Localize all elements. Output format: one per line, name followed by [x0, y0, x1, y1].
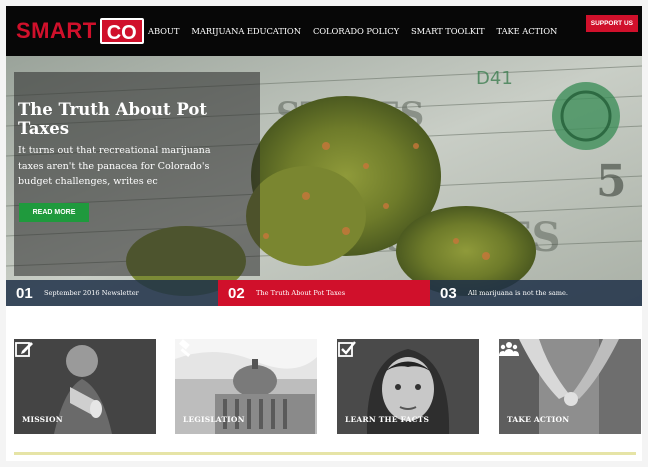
- logo-smart-text: SMART: [16, 18, 97, 43]
- people-icon: [499, 342, 519, 356]
- footer-divider: [14, 452, 636, 455]
- slide-label: The Truth About Pot Taxes: [256, 289, 346, 297]
- smartco-logo[interactable]: SMART CO: [16, 18, 144, 44]
- slide-label: September 2016 Newsletter: [44, 289, 139, 297]
- gavel-icon: [179, 339, 191, 357]
- slide-tab-3[interactable]: 03 All marijuana is not the same.: [430, 280, 642, 306]
- nav-item-about[interactable]: ABOUT: [148, 26, 179, 36]
- read-more-button[interactable]: READ MORE: [19, 203, 89, 222]
- page: SMART CO ABOUT MARIJUANA EDUCATION COLOR…: [6, 6, 642, 461]
- nav-item-smart-toolkit[interactable]: SMART TOOLKIT: [411, 26, 485, 36]
- slide-number: 02: [228, 284, 245, 302]
- hero-slider: D41 STATES STATES 5 The Truth About Pot …: [6, 56, 642, 306]
- nav-item-marijuana-education[interactable]: MARIJUANA EDUCATION: [191, 26, 301, 36]
- slide-number: 01: [16, 284, 33, 302]
- svg-text:5: 5: [596, 156, 627, 207]
- feature-tiles: MISSION LEGISLATION LEARN THE FACTS TAKE…: [6, 339, 642, 436]
- tile-legislation[interactable]: LEGISLATION: [175, 339, 317, 434]
- slide-tab-1[interactable]: 01 September 2016 Newsletter: [6, 280, 218, 306]
- tile-label: LEARN THE FACTS: [345, 415, 430, 424]
- tile-label: LEGISLATION: [183, 415, 245, 424]
- tile-mission[interactable]: MISSION: [14, 339, 156, 434]
- site-header: SMART CO ABOUT MARIJUANA EDUCATION COLOR…: [6, 6, 642, 56]
- support-us-button[interactable]: SUPPORT US: [585, 15, 638, 32]
- nav-item-colorado-policy[interactable]: COLORADO POLICY: [313, 26, 399, 36]
- tile-take-action[interactable]: TAKE ACTION: [499, 339, 641, 434]
- slide-label: All marijuana is not the same.: [468, 289, 569, 297]
- tile-learn-the-facts[interactable]: LEARN THE FACTS: [337, 339, 479, 434]
- tile-label: TAKE ACTION: [507, 415, 570, 424]
- logo-co-text: CO: [99, 18, 144, 44]
- main-nav: ABOUT MARIJUANA EDUCATION COLORADO POLIC…: [148, 6, 569, 56]
- edit-icon: [15, 342, 33, 357]
- svg-text:D41: D41: [476, 68, 513, 89]
- slide-number: 03: [440, 284, 457, 302]
- nav-item-take-action[interactable]: TAKE ACTION: [497, 26, 558, 36]
- tile-label: MISSION: [22, 415, 63, 424]
- hero-title[interactable]: The Truth About Pot Taxes: [18, 100, 238, 138]
- checkbox-icon: [338, 341, 356, 357]
- slide-selector: 01 September 2016 Newsletter 02 The Trut…: [6, 280, 642, 306]
- hero-description: It turns out that recreational marijuana…: [18, 145, 211, 187]
- slide-tab-2[interactable]: 02 The Truth About Pot Taxes: [218, 280, 430, 306]
